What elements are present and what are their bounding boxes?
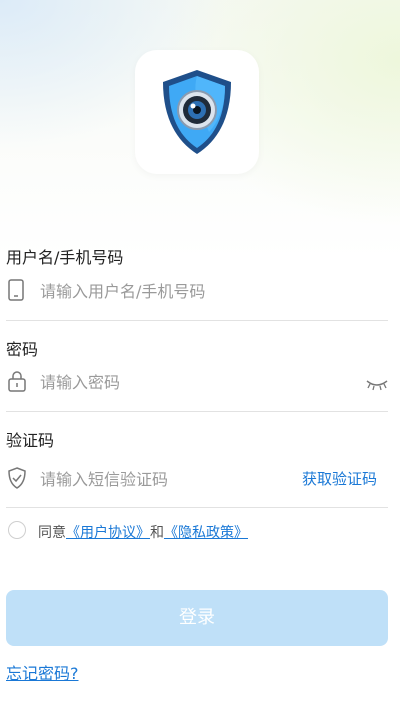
shield-camera-icon [163,70,231,154]
username-label: 用户名/手机号码 [6,248,124,267]
privacy-policy-link[interactable]: 《隐私政策》 [164,525,248,541]
forgot-password-link[interactable]: 忘记密码? [6,660,79,684]
password-input[interactable] [40,371,340,393]
user-agreement-link[interactable]: 《用户协议》 [66,525,150,541]
phone-icon [8,279,24,305]
app-logo [135,50,259,174]
password-divider [6,411,388,412]
agreement-and: 和 [150,525,164,541]
lock-icon [7,370,27,396]
agree-checkbox[interactable] [8,521,26,539]
password-label: 密码 [6,340,39,359]
get-code-button[interactable]: 获取验证码 [302,468,377,489]
username-divider [6,320,388,321]
shield-check-icon [7,467,27,493]
login-button[interactable]: 登录 [6,590,388,646]
verification-label: 验证码 [6,431,55,450]
verification-input[interactable] [40,468,290,490]
agreement-prefix: 同意 [38,525,66,541]
username-input[interactable] [40,280,370,302]
eye-closed-icon[interactable] [366,376,388,395]
verification-divider [6,507,388,508]
agreement-text: 同意《用户协议》和《隐私政策》 [38,522,248,542]
